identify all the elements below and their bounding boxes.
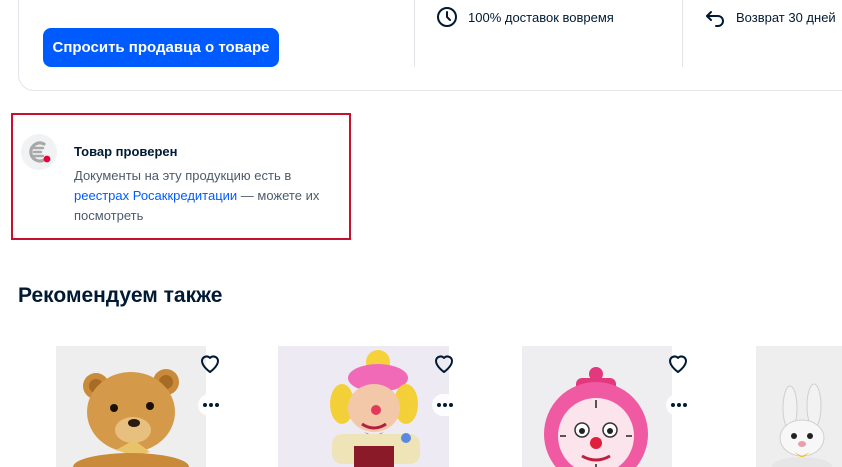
divider	[682, 0, 683, 67]
section-title: Рекомендуем также	[18, 284, 223, 307]
feature-return: Возврат 30 дней	[704, 6, 836, 28]
product-image[interactable]	[56, 346, 206, 467]
heart-icon	[666, 352, 690, 379]
divider	[414, 0, 415, 67]
heart-icon	[198, 352, 222, 379]
more-dots-icon	[437, 403, 453, 407]
feature-label: Возврат 30 дней	[736, 9, 836, 25]
more-dots-icon	[203, 403, 219, 407]
product-image[interactable]	[756, 346, 842, 467]
rosakkreditatsiya-logo-icon	[21, 134, 57, 170]
heart-icon	[432, 352, 456, 379]
clock-icon	[436, 6, 458, 28]
registry-link[interactable]: реестрах Росаккредитации	[74, 188, 237, 203]
feature-on-time-delivery: 100% доставок вовремя	[436, 6, 614, 28]
return-arrow-icon	[704, 6, 726, 28]
more-options-button[interactable]	[666, 394, 692, 416]
verified-text-start: Документы на эту продукцию есть в	[74, 168, 292, 183]
verified-title: Товар проверен	[74, 144, 178, 159]
favorite-button[interactable]	[664, 351, 692, 379]
product-image[interactable]	[522, 346, 672, 467]
ask-seller-button[interactable]: Спросить продавца о товаре	[43, 28, 279, 67]
verified-description: Документы на эту продукцию есть в реестр…	[74, 166, 336, 226]
favorite-button[interactable]	[430, 351, 458, 379]
favorite-button[interactable]	[196, 351, 224, 379]
more-options-button[interactable]	[432, 394, 458, 416]
more-options-button[interactable]	[198, 394, 224, 416]
product-verified-block: Товар проверен Документы на эту продукци…	[11, 113, 351, 240]
more-dots-icon	[671, 403, 687, 407]
feature-label: 100% доставок вовремя	[468, 9, 614, 25]
product-image[interactable]	[278, 346, 449, 467]
